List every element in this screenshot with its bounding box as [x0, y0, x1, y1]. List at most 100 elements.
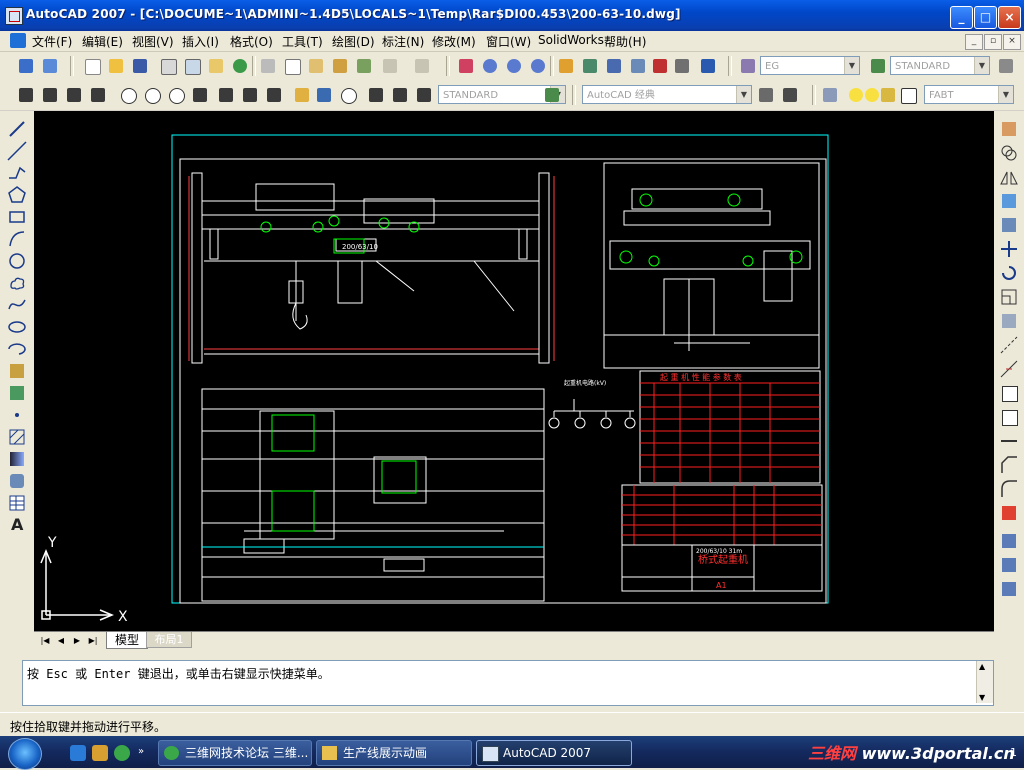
autocad-app-icon[interactable] — [5, 7, 23, 25]
radius-dim-icon[interactable] — [118, 85, 138, 105]
save-icon[interactable] — [130, 56, 150, 76]
web-publish-icon[interactable] — [230, 56, 250, 76]
region-icon[interactable] — [6, 470, 28, 492]
layer-color-icon[interactable] — [898, 85, 918, 105]
menu-dimension[interactable]: 标注(N) — [382, 33, 424, 50]
move-icon[interactable] — [998, 238, 1020, 260]
menu-format[interactable]: 格式(O) — [230, 33, 273, 50]
match-properties-icon[interactable] — [330, 56, 350, 76]
jogged-dim-icon[interactable] — [142, 85, 162, 105]
diameter-dim-icon[interactable] — [166, 85, 186, 105]
title-bar[interactable]: AutoCAD 2007 - [C:\DOCUME~1\ADMINI~1.4D5… — [0, 0, 1024, 31]
tab-layout1[interactable]: 布局1 — [146, 632, 192, 648]
menu-help[interactable]: 帮助(H) — [604, 33, 646, 50]
quicklaunch-chevron-icon[interactable]: » — [138, 746, 144, 757]
block-editor-icon[interactable] — [354, 56, 374, 76]
scale-icon[interactable] — [998, 286, 1020, 308]
new-file-icon[interactable] — [82, 56, 102, 76]
text-style-combo[interactable]: EG ▼ — [760, 56, 860, 75]
workspace-combo[interactable]: AutoCAD 经典 ▼ — [582, 85, 752, 104]
continue-dim-icon[interactable] — [264, 85, 284, 105]
layer-combo[interactable]: FABT ▼ — [924, 85, 1014, 104]
gradient-icon[interactable] — [6, 448, 28, 470]
undo-icon[interactable] — [380, 56, 400, 76]
stretch-icon[interactable] — [998, 310, 1020, 332]
arc-icon[interactable] — [6, 228, 28, 250]
cut-icon[interactable] — [258, 56, 278, 76]
zoom-window-icon[interactable] — [504, 56, 524, 76]
revision-cloud-icon[interactable] — [6, 272, 28, 294]
dim-edit-icon[interactable] — [366, 85, 386, 105]
chevron-down-icon[interactable]: ▼ — [974, 57, 989, 74]
last-tab-button[interactable]: ▶| — [86, 634, 100, 647]
close-button[interactable]: × — [998, 6, 1021, 29]
dim-update-icon[interactable] — [414, 85, 434, 105]
dim-text-edit-icon[interactable] — [390, 85, 410, 105]
table-icon[interactable] — [6, 492, 28, 514]
multiline-text-icon[interactable]: A — [6, 514, 28, 536]
construction-line-icon[interactable] — [6, 140, 28, 162]
publish-icon[interactable] — [206, 56, 226, 76]
draworder-front-icon[interactable] — [998, 530, 1020, 552]
erase-icon[interactable] — [998, 118, 1020, 140]
document-icon[interactable] — [10, 33, 26, 48]
polyline-icon[interactable] — [6, 162, 28, 184]
aligned-dim-icon[interactable] — [40, 85, 60, 105]
menu-insert[interactable]: 插入(I) — [182, 33, 219, 50]
menu-solidworks[interactable]: SolidWorks — [538, 33, 604, 47]
menu-draw[interactable]: 绘图(D) — [332, 33, 375, 50]
workspace-settings-icon[interactable] — [756, 85, 776, 105]
redo-icon[interactable] — [412, 56, 432, 76]
prev-tab-button[interactable]: ◀ — [54, 634, 68, 647]
taskbar-item-forum[interactable]: 三维网技术论坛 三维... — [158, 740, 312, 766]
mdi-restore-button[interactable]: ▫ — [984, 34, 1002, 50]
start-button[interactable] — [8, 738, 42, 770]
markup-icon[interactable] — [650, 56, 670, 76]
plot-icon[interactable] — [158, 56, 178, 76]
properties-icon[interactable] — [556, 56, 576, 76]
open-folder-icon[interactable] — [106, 56, 126, 76]
command-scrollbar[interactable]: ▲ ▼ — [976, 661, 993, 703]
mirror-icon[interactable] — [998, 166, 1020, 188]
rectangle-icon[interactable] — [6, 206, 28, 228]
fillet-icon[interactable] — [998, 478, 1020, 500]
table-style-icon[interactable] — [996, 56, 1016, 76]
workspace-save-icon[interactable] — [780, 85, 800, 105]
ellipse-arc-icon[interactable] — [6, 338, 28, 360]
rotate-icon[interactable] — [998, 262, 1020, 284]
offset-icon[interactable] — [998, 190, 1020, 212]
line-icon[interactable] — [6, 118, 28, 140]
baseline-dim-icon[interactable] — [240, 85, 260, 105]
drawing-canvas[interactable]: 200/63/10 起重机电路(kV) 起 重 机 性 能 参 数 表 桥式起重… — [34, 111, 994, 631]
quick-dim-icon[interactable] — [216, 85, 236, 105]
menu-edit[interactable]: 编辑(E) — [82, 33, 123, 50]
taskbar-item-animation[interactable]: 生产线展示动画 — [316, 740, 472, 766]
arc-length-icon[interactable] — [64, 85, 84, 105]
mdi-minimize-button[interactable]: _ — [965, 34, 983, 50]
dimension-style-icon[interactable] — [542, 85, 562, 105]
menu-file[interactable]: 文件(F) — [32, 33, 72, 50]
chevron-down-icon[interactable]: ▼ — [998, 86, 1013, 103]
array-icon[interactable] — [998, 214, 1020, 236]
text-style-icon[interactable] — [738, 56, 758, 76]
chevron-down-icon[interactable]: ▼ — [736, 86, 751, 103]
tolerance-icon[interactable] — [314, 85, 334, 105]
center-mark-icon[interactable] — [338, 85, 358, 105]
maximize-button[interactable]: □ — [974, 6, 997, 29]
layer-manager-icon[interactable] — [820, 85, 840, 105]
explode-icon[interactable] — [998, 502, 1020, 524]
ordinate-dim-icon[interactable] — [88, 85, 108, 105]
draworder-above-icon[interactable] — [998, 578, 1020, 600]
design-center-icon[interactable] — [580, 56, 600, 76]
angular-dim-icon[interactable] — [190, 85, 210, 105]
media-icon[interactable] — [114, 745, 130, 761]
ellipse-icon[interactable] — [6, 316, 28, 338]
break-icon[interactable] — [998, 406, 1020, 428]
mdi-close-button[interactable]: × — [1003, 34, 1021, 50]
menu-tools[interactable]: 工具(T) — [282, 33, 323, 50]
circle-icon[interactable] — [6, 250, 28, 272]
draworder-back-icon[interactable] — [998, 554, 1020, 576]
paste-icon[interactable] — [306, 56, 326, 76]
calculator-icon[interactable] — [672, 56, 692, 76]
help-icon[interactable] — [698, 56, 718, 76]
